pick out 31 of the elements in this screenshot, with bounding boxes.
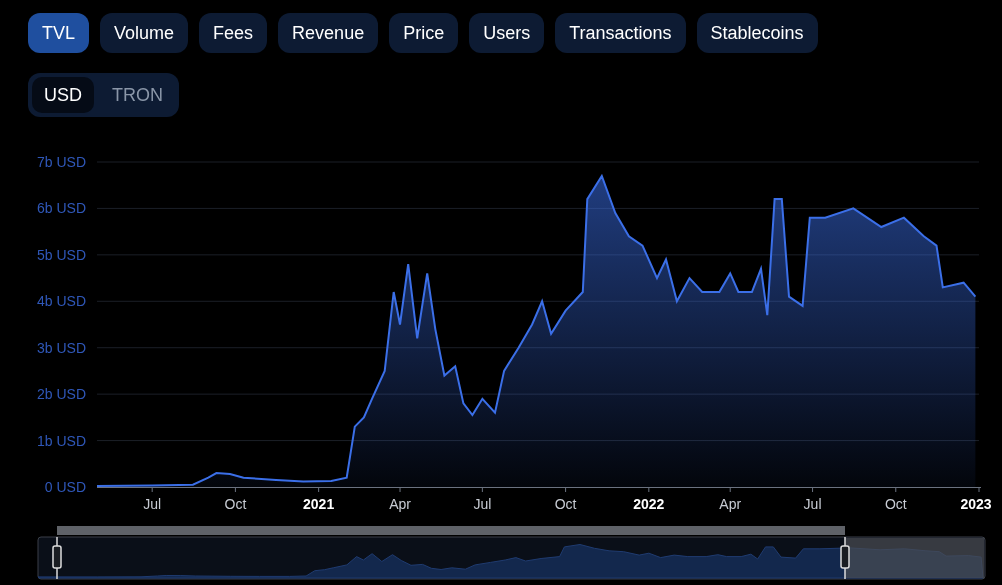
x-axis-label: Jul: [473, 496, 492, 512]
denomination-toggle[interactable]: USD: [32, 77, 94, 113]
metric-tab[interactable]: Fees: [199, 13, 268, 53]
denomination-toggle[interactable]: TRON: [100, 77, 175, 113]
x-axis-label: Oct: [554, 496, 577, 512]
x-axis-label: Oct: [884, 496, 907, 512]
brush-handle[interactable]: [52, 536, 62, 580]
y-axis-label: 2b USD: [36, 386, 86, 403]
metric-tab[interactable]: Transactions: [555, 13, 686, 53]
x-axis-label: 2021: [303, 496, 335, 512]
x-axis-label: 2022: [633, 496, 665, 512]
metric-tab[interactable]: Price: [389, 13, 459, 53]
y-axis-label: 4b USD: [36, 293, 86, 310]
x-axis-label: Jul: [803, 496, 822, 512]
brush-handle[interactable]: [840, 536, 850, 580]
y-axis-label: 7b USD: [36, 154, 86, 170]
y-axis-label: 3b USD: [36, 339, 86, 356]
metric-tab[interactable]: Users: [469, 13, 545, 53]
y-axis-label: 0 USD: [44, 479, 86, 495]
metric-tab[interactable]: Revenue: [278, 13, 379, 53]
metric-tab[interactable]: TVL: [28, 13, 89, 53]
x-axis-label: Apr: [719, 496, 742, 512]
x-axis-label: 2023: [960, 496, 992, 512]
metric-tab[interactable]: Stablecoins: [696, 13, 818, 53]
y-axis-label: 5b USD: [36, 246, 86, 263]
y-axis-label: 1b USD: [36, 432, 86, 449]
x-axis-label: Jul: [143, 496, 162, 512]
x-axis-label: Apr: [389, 496, 411, 512]
y-axis-label: 6b USD: [36, 200, 86, 217]
metric-tab[interactable]: Volume: [100, 13, 189, 53]
x-axis-label: Oct: [224, 496, 247, 512]
